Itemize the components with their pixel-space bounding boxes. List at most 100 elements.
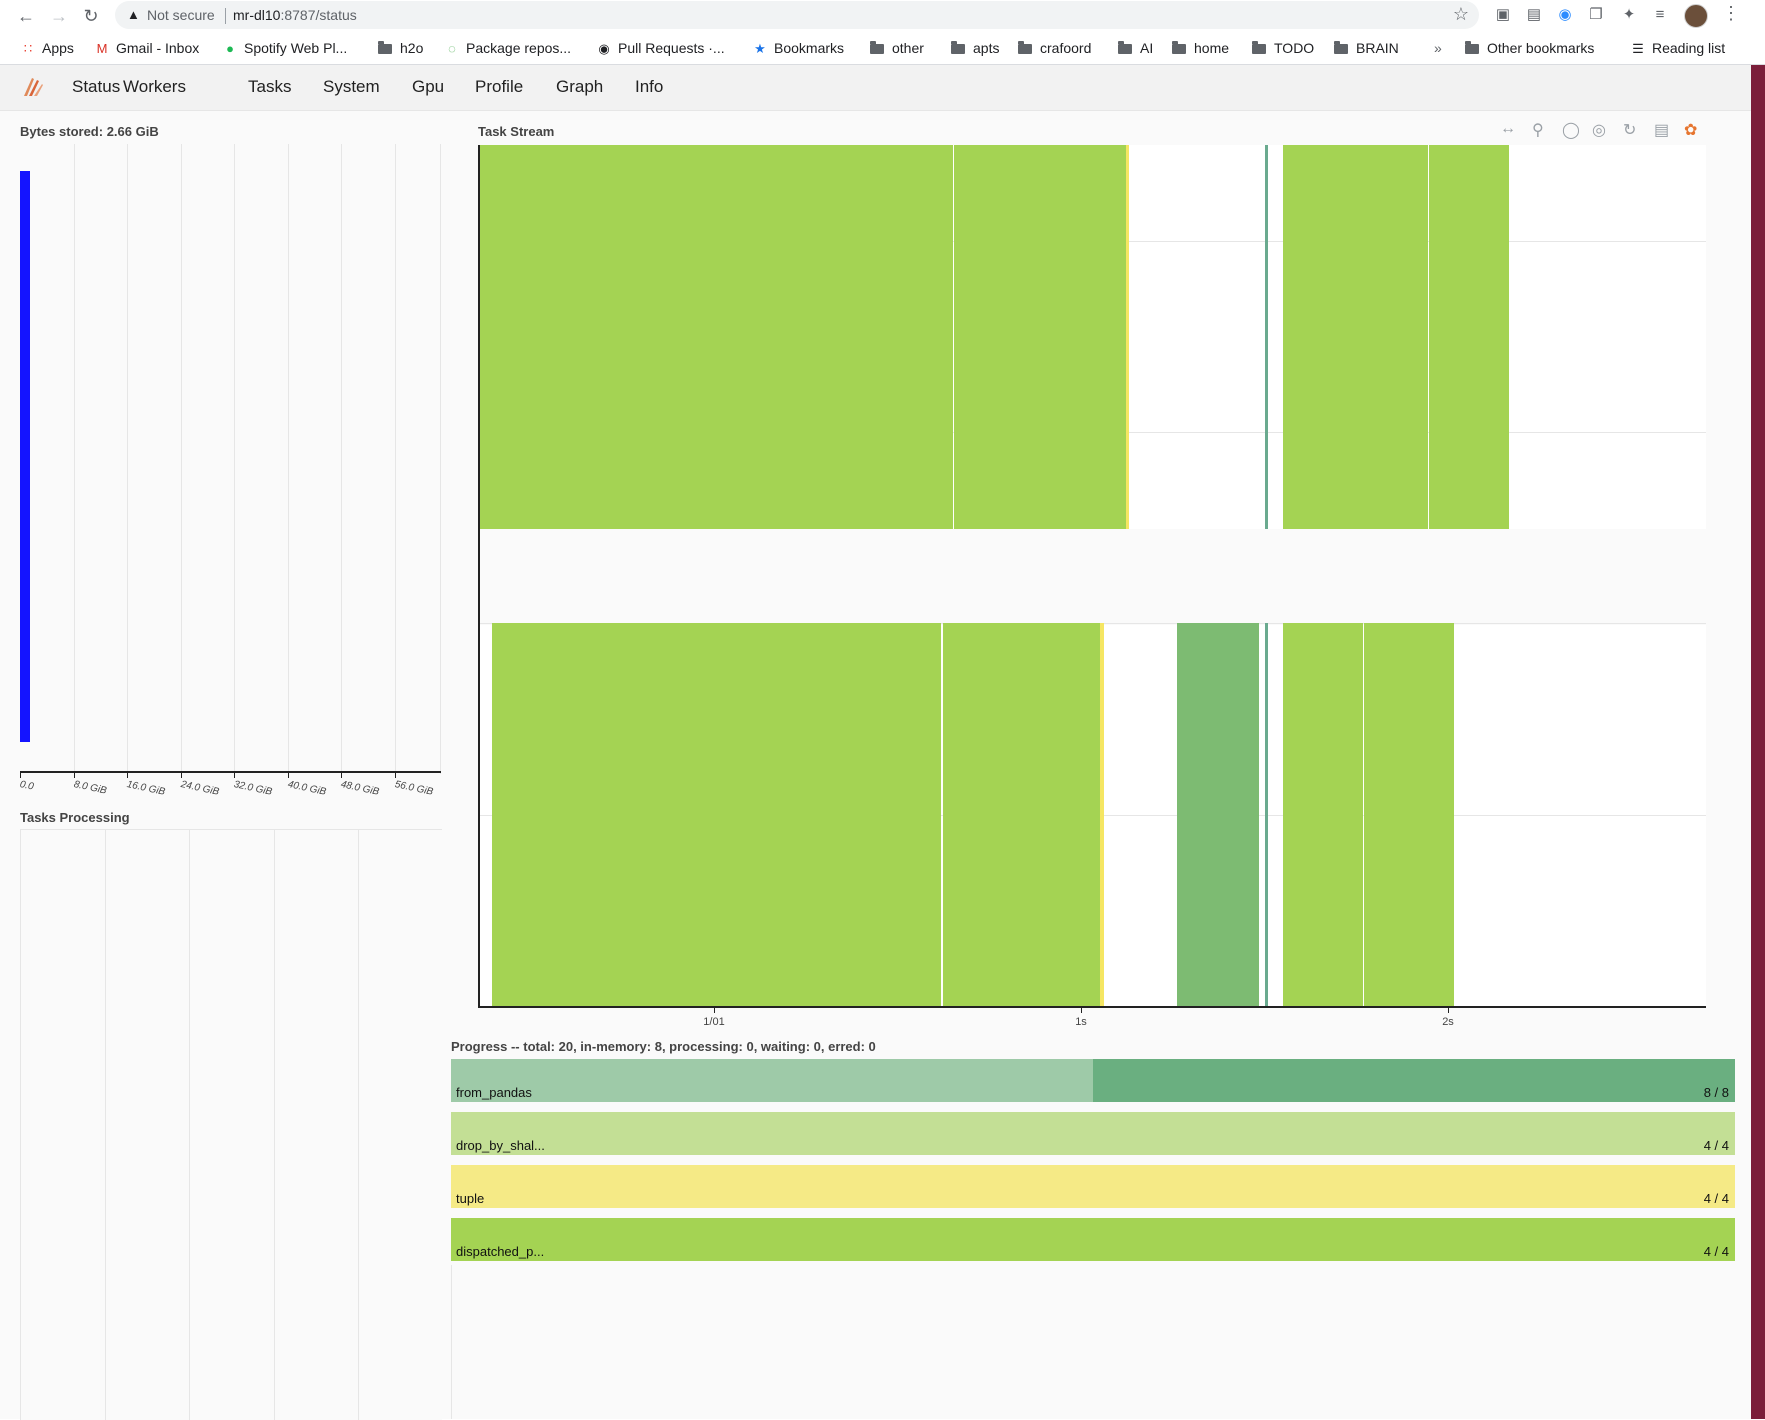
task-rect[interactable] bbox=[943, 623, 1100, 1006]
box-zoom-tool-icon[interactable]: ⚲ bbox=[1532, 120, 1544, 144]
security-label[interactable]: Not secure bbox=[147, 7, 215, 23]
other-bookmarks-label: Other bookmarks bbox=[1487, 40, 1595, 56]
progress-bar-dispatched-p[interactable]: dispatched_p... 4 / 4 bbox=[451, 1218, 1735, 1261]
hover-tool-icon[interactable]: ▤ bbox=[1654, 120, 1669, 144]
back-arrow-icon[interactable]: ← bbox=[15, 5, 37, 27]
extension-news-icon[interactable]: ▣ bbox=[1494, 6, 1512, 24]
progress-task-name: drop_by_shal... bbox=[456, 1138, 545, 1153]
task-rect[interactable] bbox=[1283, 145, 1428, 529]
grid-line bbox=[189, 830, 190, 1420]
nav-link-workers[interactable]: Workers bbox=[123, 77, 186, 97]
gmail-icon: M bbox=[96, 41, 108, 56]
bookmark-item[interactable]: ∷ Apps bbox=[20, 39, 74, 57]
tap-tool-icon[interactable]: ◎ bbox=[1592, 120, 1606, 144]
bookmark-item[interactable]: AI bbox=[1118, 39, 1153, 57]
media-queue-icon[interactable]: ≡ bbox=[1651, 6, 1669, 24]
bookmark-item[interactable]: TODO bbox=[1252, 39, 1314, 57]
bytes-stored-bar bbox=[20, 171, 30, 742]
bookmark-item[interactable]: ★ Bookmarks bbox=[752, 39, 844, 57]
bookmark-item[interactable]: ◉ Pull Requests ·... bbox=[596, 39, 724, 57]
bookmark-label: Spotify Web Pl... bbox=[244, 40, 348, 56]
progress-fill bbox=[451, 1165, 1735, 1208]
task-rect[interactable] bbox=[1177, 623, 1259, 1006]
progress-bar-from-pandas[interactable]: from_pandas 8 / 8 bbox=[451, 1059, 1735, 1102]
grid-line bbox=[288, 144, 289, 774]
github-icon: ◉ bbox=[598, 41, 610, 56]
nav-link-tasks[interactable]: Tasks bbox=[248, 77, 291, 97]
task-stream-title: Task Stream bbox=[478, 124, 555, 139]
reload-icon[interactable]: ↻ bbox=[80, 5, 102, 27]
reset-tool-icon[interactable]: ↻ bbox=[1623, 120, 1636, 144]
grid-line bbox=[105, 830, 106, 1420]
bookmark-item[interactable]: h2o bbox=[378, 39, 423, 57]
bookmark-label: Gmail - Inbox bbox=[116, 40, 200, 56]
task-rect[interactable] bbox=[1100, 623, 1104, 1006]
url-text[interactable]: mr-dl10:8787/status bbox=[233, 7, 357, 23]
progress-bar-tuple[interactable]: tuple 4 / 4 bbox=[451, 1165, 1735, 1208]
zoom-video-icon[interactable]: ◉ bbox=[1556, 6, 1574, 24]
reading-list[interactable]: ☰ Reading list bbox=[1630, 39, 1725, 57]
bookmark-item[interactable]: other bbox=[870, 39, 924, 57]
dashboard-navbar: Status Workers Tasks System Gpu Profile Graph I… bbox=[0, 65, 1751, 111]
task-rect[interactable] bbox=[480, 145, 953, 529]
task-rect[interactable] bbox=[1429, 145, 1509, 529]
progress-count: 8 / 8 bbox=[1703, 1085, 1729, 1100]
dask-logo-icon[interactable] bbox=[20, 74, 46, 100]
progress-task-name: tuple bbox=[456, 1191, 485, 1206]
forward-arrow-icon[interactable]: → bbox=[48, 5, 70, 27]
progress-bar-drop-by-shal[interactable]: drop_by_shal... 4 / 4 bbox=[451, 1112, 1735, 1155]
bookmarks-overflow-button[interactable]: » bbox=[1434, 39, 1442, 57]
wheel-zoom-tool-icon[interactable]: ◯ bbox=[1562, 120, 1580, 144]
nav-link-graph[interactable]: Graph bbox=[556, 77, 603, 97]
nav-link-profile[interactable]: Profile bbox=[475, 77, 523, 97]
bookmark-item[interactable]: home bbox=[1172, 39, 1229, 57]
profile-avatar[interactable] bbox=[1684, 4, 1708, 28]
task-rect[interactable] bbox=[492, 623, 941, 1006]
extension-screen-icon[interactable]: ▤ bbox=[1525, 6, 1543, 24]
grid-line bbox=[440, 144, 441, 774]
bookmark-label: BRAIN bbox=[1356, 40, 1399, 56]
bookmark-label: crafoord bbox=[1040, 40, 1092, 56]
task-stream-gap bbox=[480, 529, 1706, 625]
bookmark-item[interactable]: M Gmail - Inbox bbox=[94, 39, 200, 57]
bookmark-item[interactable]: ◌ Package repos... bbox=[444, 39, 571, 57]
x-tick bbox=[395, 771, 396, 778]
nav-link-gpu[interactable]: Gpu bbox=[412, 77, 444, 97]
package-icon: ◌ bbox=[448, 41, 456, 56]
bookmark-item[interactable]: ● Spotify Web Pl... bbox=[222, 39, 347, 57]
bookmark-item[interactable]: crafoord bbox=[1018, 39, 1091, 57]
x-tick bbox=[127, 771, 128, 778]
bookmark-label: AI bbox=[1140, 40, 1154, 56]
bookmark-label: TODO bbox=[1274, 40, 1315, 56]
extensions-puzzle-icon[interactable]: ✦ bbox=[1620, 6, 1638, 24]
task-rect[interactable] bbox=[1265, 623, 1268, 1006]
nav-link-system[interactable]: System bbox=[323, 77, 380, 97]
task-rect[interactable] bbox=[954, 145, 1126, 529]
x-tick-label: 1s bbox=[1075, 1016, 1087, 1028]
grid-line bbox=[181, 144, 182, 774]
other-bookmarks[interactable]: Other bookmarks bbox=[1465, 39, 1594, 57]
bookmark-star-icon[interactable]: ☆ bbox=[1453, 4, 1469, 25]
apps-grid-icon: ∷ bbox=[23, 41, 33, 56]
progress-fill bbox=[451, 1218, 1735, 1261]
bookmark-item[interactable]: BRAIN bbox=[1334, 39, 1399, 57]
folder-icon bbox=[1252, 41, 1266, 54]
bokeh-logo-icon[interactable]: ✿ bbox=[1684, 120, 1697, 144]
progress-fill bbox=[451, 1112, 1735, 1155]
tasks-processing-plot bbox=[20, 829, 442, 1420]
grid-line bbox=[395, 144, 396, 774]
bookmark-item[interactable]: apts bbox=[951, 39, 999, 57]
address-bar[interactable]: ▲ Not secure mr-dl10:8787/status ☆ bbox=[115, 1, 1479, 29]
nav-link-status[interactable]: Status bbox=[72, 77, 120, 97]
pan-tool-icon[interactable]: ↔ bbox=[1500, 120, 1516, 144]
task-rect[interactable] bbox=[1364, 623, 1454, 1006]
browser-toolbar: ← → ↻ ▲ Not secure mr-dl10:8787/status ☆… bbox=[0, 0, 1765, 32]
extension-copy-icon[interactable]: ❐ bbox=[1587, 6, 1605, 24]
task-rect[interactable] bbox=[1283, 623, 1363, 1006]
task-rect[interactable] bbox=[1126, 145, 1129, 529]
chrome-menu-icon[interactable]: ⋮ bbox=[1722, 3, 1740, 24]
x-tick-label: 2s bbox=[1442, 1016, 1454, 1028]
nav-link-info[interactable]: Info bbox=[635, 77, 663, 97]
desktop-background bbox=[1751, 65, 1765, 1419]
task-rect[interactable] bbox=[1265, 145, 1268, 529]
